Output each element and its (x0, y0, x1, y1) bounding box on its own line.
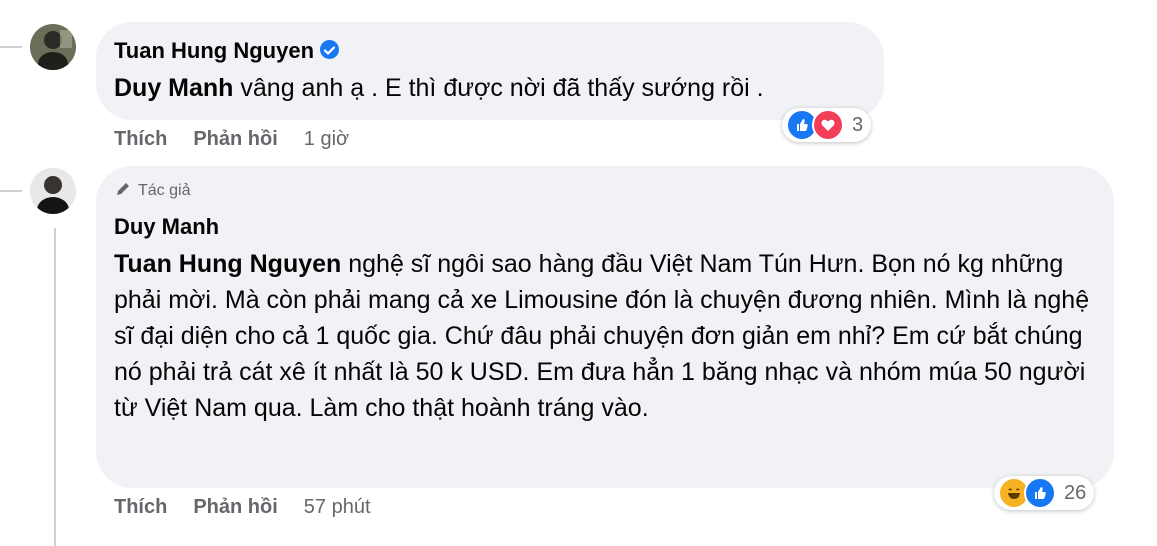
reaction-count: 26 (1064, 481, 1087, 504)
pencil-icon (114, 180, 132, 203)
comment-text: Duy Manh vâng anh ạ . E thì được nời đã … (114, 70, 874, 106)
reply-button[interactable]: Phản hồi (193, 128, 277, 150)
love-icon (812, 109, 844, 141)
author-badge-label: Tác giả (138, 182, 191, 199)
avatar[interactable] (30, 24, 76, 70)
like-icon (1024, 477, 1056, 509)
comment-author[interactable]: Duy Manh (114, 214, 219, 240)
author-name[interactable]: Duy Manh (114, 214, 219, 239)
comment-author[interactable]: Tuan Hung Nguyen (114, 38, 340, 64)
comment-body: vâng anh ạ . E thì được nời đã thấy sướn… (233, 74, 764, 102)
author-name[interactable]: Tuan Hung Nguyen (114, 38, 314, 63)
like-button[interactable]: Thích (114, 128, 167, 150)
verified-badge-icon (320, 40, 340, 59)
avatar[interactable] (30, 168, 76, 214)
like-button[interactable]: Thích (114, 496, 167, 518)
author-badge: Tác giả (114, 180, 190, 203)
comment-timestamp[interactable]: 57 phút (304, 496, 371, 518)
comment-timestamp[interactable]: 1 giờ (304, 128, 349, 150)
comment-actions: Thích Phản hồi 57 phút (114, 496, 371, 519)
reply-button[interactable]: Phản hồi (193, 496, 277, 518)
comment-text: Tuan Hung Nguyen nghệ sĩ ngôi sao hàng đ… (114, 246, 1094, 426)
reaction-count: 3 (852, 113, 864, 136)
mention-link[interactable]: Tuan Hung Nguyen (114, 250, 341, 278)
reaction-summary[interactable]: 3 (782, 108, 872, 142)
reaction-summary[interactable]: 26 (994, 476, 1095, 510)
thread-line (0, 46, 22, 48)
thread-line (54, 228, 56, 546)
thread-line (0, 190, 22, 192)
mention-link[interactable]: Duy Manh (114, 74, 233, 102)
comment-actions: Thích Phản hồi 1 giờ (114, 128, 349, 151)
